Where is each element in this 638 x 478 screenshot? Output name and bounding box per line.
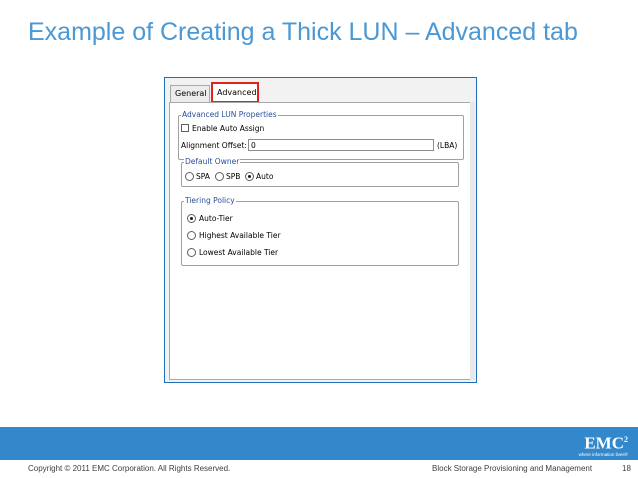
copyright-text: Copyright © 2011 EMC Corporation. All Ri… [28, 464, 231, 473]
radio-highest-available-tier-label: Highest Available Tier [199, 231, 281, 240]
slide-title: Example of Creating a Thick LUN – Advanc… [28, 18, 578, 46]
tab-advanced[interactable]: Advanced [211, 82, 259, 103]
footer-bar: EMC2 where information lives® [0, 427, 638, 460]
radio-spb[interactable] [215, 172, 224, 181]
tab-strip: General Advanced [167, 82, 473, 103]
radio-highest-available-tier[interactable] [187, 231, 196, 240]
default-owner-group: Default Owner SPA SPB Auto [181, 157, 459, 187]
group-title: Default Owner [184, 157, 241, 166]
logo-mark-text: EMC [584, 433, 624, 453]
tiering-policy-group: Tiering Policy Auto-Tier Highest Availab… [181, 196, 459, 266]
alignment-offset-unit: (LBA) [437, 141, 458, 150]
radio-lowest-available-tier-label: Lowest Available Tier [199, 248, 279, 257]
create-lun-dialog: General Advanced Advanced LUN Properties… [164, 77, 477, 383]
advanced-lun-properties-group: Advanced LUN Properties Enable Auto Assi… [178, 110, 464, 160]
radio-auto[interactable] [245, 172, 254, 181]
advanced-tab-panel: Advanced LUN Properties Enable Auto Assi… [169, 102, 471, 380]
logo-tagline: where information lives® [578, 451, 628, 457]
radio-spb-label: SPB [226, 172, 241, 181]
alignment-offset-input[interactable]: 0 [248, 139, 434, 151]
radio-lowest-available-tier[interactable] [187, 248, 196, 257]
logo-superscript: 2 [624, 435, 628, 444]
radio-auto-tier-label: Auto-Tier [199, 214, 233, 223]
panel-scroll-edge [470, 102, 475, 380]
enable-auto-assign-label: Enable Auto Assign [192, 124, 265, 133]
group-title: Tiering Policy [184, 196, 236, 205]
alignment-offset-label: Alignment Offset: [181, 141, 247, 150]
deck-title: Block Storage Provisioning and Managemen… [432, 464, 593, 473]
radio-auto-label: Auto [256, 172, 274, 181]
radio-spa-label: SPA [196, 172, 210, 181]
emc-logo: EMC2 where information lives® [579, 431, 628, 458]
radio-auto-tier[interactable] [187, 214, 196, 223]
radio-spa[interactable] [185, 172, 194, 181]
page-number: 18 [622, 464, 631, 473]
group-title: Advanced LUN Properties [181, 110, 278, 119]
enable-auto-assign-checkbox[interactable] [181, 124, 189, 132]
tab-general[interactable]: General [170, 85, 210, 102]
